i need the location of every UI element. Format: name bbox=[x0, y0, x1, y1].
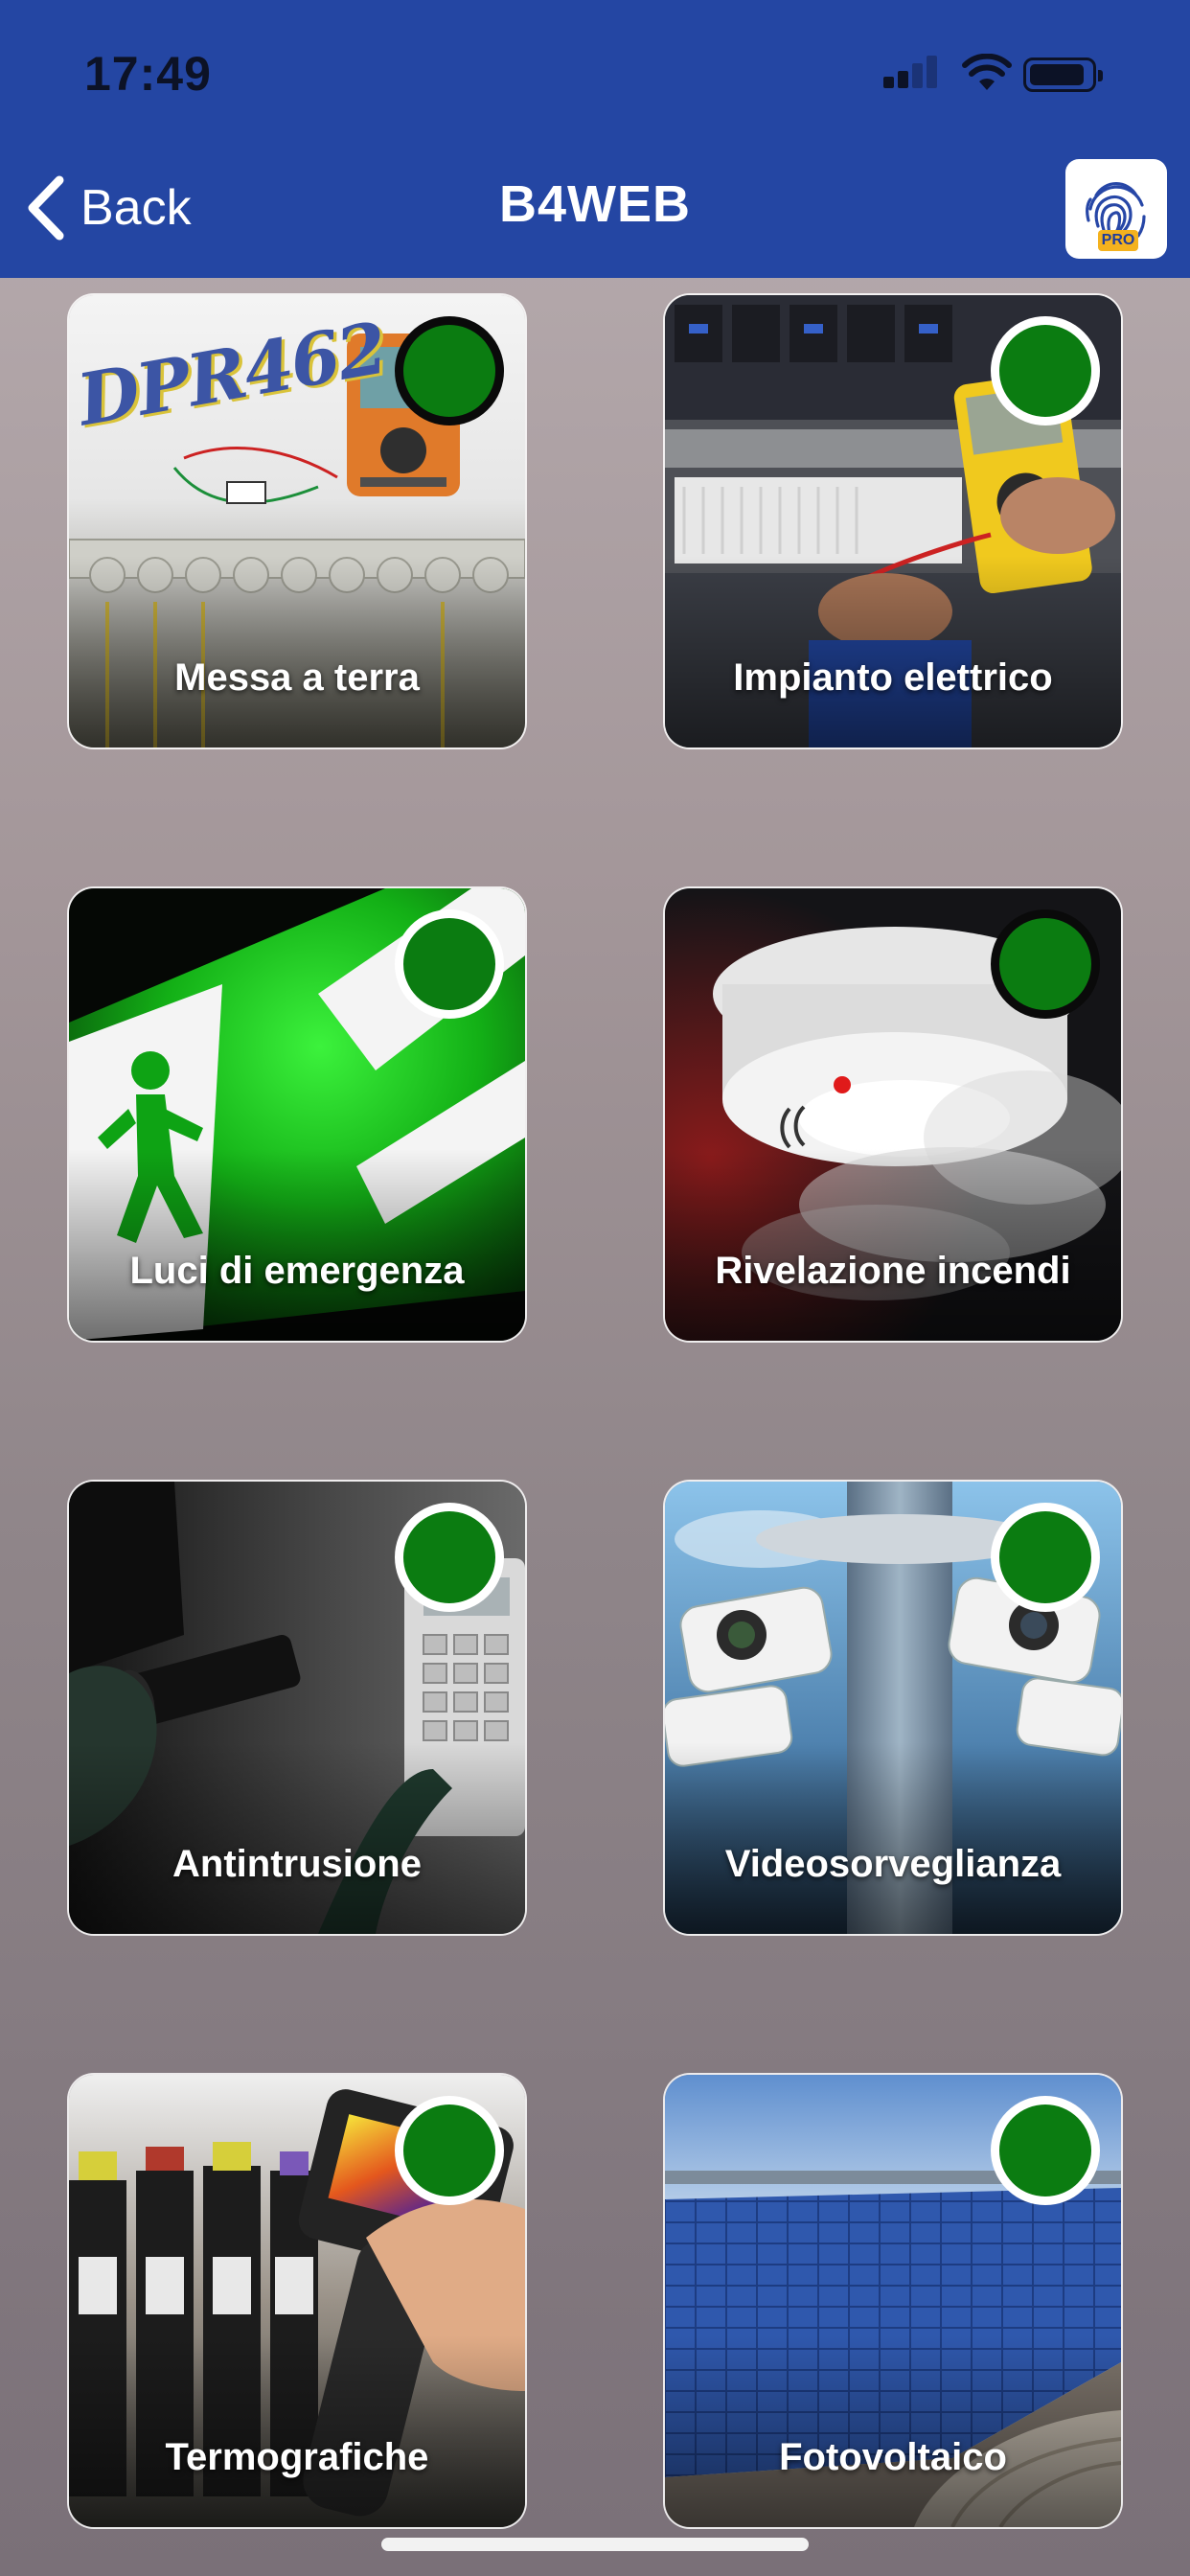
status-indicator-dot bbox=[395, 1503, 504, 1612]
tile-label: Antintrusione bbox=[172, 1843, 422, 1885]
tile-label: Rivelazione incendi bbox=[715, 1250, 1071, 1292]
tile-videosorveglianza[interactable]: Videosorveglianza bbox=[665, 1482, 1121, 1934]
navigation-header: 17:49 Back B4WEB PRO bbox=[0, 0, 1190, 278]
tile-termografiche[interactable]: Termografiche bbox=[69, 2075, 525, 2527]
fingerprint-pro-button[interactable]: PRO bbox=[1065, 159, 1167, 259]
tile-antintrusione[interactable]: Antintrusione bbox=[69, 1482, 525, 1934]
tile-label: Messa a terra bbox=[174, 656, 420, 699]
status-indicator-dot bbox=[395, 2096, 504, 2205]
status-indicator-dot bbox=[395, 909, 504, 1019]
status-indicator-dot bbox=[991, 316, 1100, 426]
status-indicator-dot bbox=[991, 2096, 1100, 2205]
page-title: B4WEB bbox=[498, 175, 691, 233]
tile-luci-di-emergenza[interactable]: Luci di emergenza bbox=[69, 888, 525, 1341]
status-time: 17:49 bbox=[84, 47, 212, 101]
tile-label: Impianto elettrico bbox=[733, 656, 1053, 699]
tile-fotovoltaico[interactable]: Fotovoltaico bbox=[665, 2075, 1121, 2527]
tile-label: Termografiche bbox=[165, 2436, 429, 2478]
tile-rivelazione-incendi[interactable]: Rivelazione incendi bbox=[665, 888, 1121, 1341]
tile-label: Fotovoltaico bbox=[779, 2436, 1007, 2478]
battery-icon bbox=[1023, 58, 1103, 92]
tile-label: Videosorveglianza bbox=[724, 1843, 1062, 1885]
status-indicator-dot bbox=[991, 909, 1100, 1019]
status-indicator-dot bbox=[395, 316, 504, 426]
status-indicator-dot bbox=[991, 1503, 1100, 1612]
wifi-icon bbox=[962, 54, 1012, 90]
cellular-signal-icon bbox=[883, 54, 941, 92]
tile-impianto-elettrico[interactable]: Impianto elettrico bbox=[665, 295, 1121, 748]
pro-badge: PRO bbox=[1098, 230, 1138, 251]
tile-messa-a-terra[interactable]: DPR462 Messa a terra bbox=[69, 295, 525, 748]
tile-label: Luci di emergenza bbox=[129, 1250, 465, 1292]
home-indicator[interactable] bbox=[381, 2538, 809, 2551]
